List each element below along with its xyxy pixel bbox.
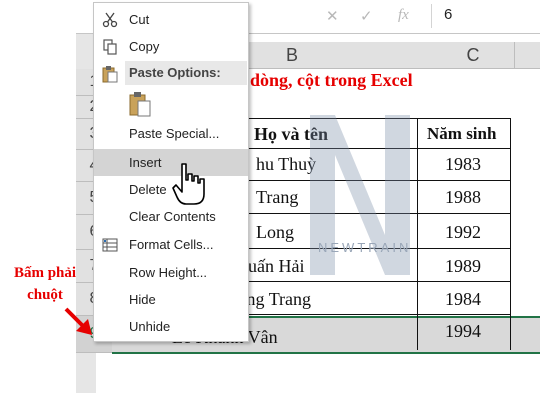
- menu-item-label: Delete: [129, 182, 167, 197]
- menu-item-hide[interactable]: Hide: [94, 286, 248, 313]
- grid-line: [510, 118, 511, 350]
- scissors-icon: [102, 12, 118, 28]
- menu-item-insert[interactable]: Insert: [94, 149, 248, 176]
- annotation-label: Bấm phải chuột: [10, 262, 80, 306]
- header-year-cell[interactable]: Năm sinh: [427, 124, 496, 144]
- menu-item-label: Insert: [129, 155, 162, 170]
- format-cells-icon: [102, 238, 118, 252]
- menu-item-unhide[interactable]: Unhide: [94, 313, 248, 340]
- paste-clipboard-icon: [102, 66, 118, 83]
- column-header-next[interactable]: [515, 42, 540, 69]
- year-cell[interactable]: 1984: [445, 289, 481, 310]
- watermark-logo-icon: [310, 115, 410, 275]
- name-cell[interactable]: Trang: [256, 187, 298, 208]
- sheet-title: dòng, cột trong Excel: [250, 70, 413, 90]
- menu-item-format-cells[interactable]: Format Cells...: [94, 231, 248, 258]
- column-header-c[interactable]: C: [432, 42, 515, 69]
- spreadsheet: ✕ ✓ fx 6 B C 1 2 3 4 5 6 7 8 9 dòng, cột…: [0, 0, 540, 393]
- enter-icon[interactable]: ✓: [360, 7, 373, 25]
- formula-controls: ✕ ✓ fx: [316, 4, 426, 28]
- menu-item-label: Cut: [129, 12, 150, 27]
- name-cell[interactable]: Long: [256, 222, 294, 243]
- annotation-line: chuột: [27, 287, 63, 303]
- fx-icon[interactable]: fx: [398, 7, 409, 24]
- paste-options-label: Paste Options:: [129, 65, 221, 80]
- paste-options-header: Paste Options:: [125, 61, 247, 85]
- menu-item-label: Unhide: [129, 319, 171, 334]
- menu-item-paste-special[interactable]: Paste Special...: [94, 120, 248, 147]
- formula-separator: [431, 4, 432, 28]
- menu-item-label: Paste Special...: [129, 126, 220, 141]
- context-menu: Cut Copy Paste Options: Paste Special...…: [93, 2, 249, 342]
- menu-item-delete[interactable]: Delete: [94, 176, 248, 203]
- year-cell[interactable]: 1983: [445, 154, 481, 175]
- cancel-icon[interactable]: ✕: [326, 7, 339, 25]
- menu-item-row-height[interactable]: Row Height...: [94, 259, 248, 286]
- annotation-line: Bấm phải: [13, 265, 77, 281]
- year-cell[interactable]: 1989: [445, 256, 481, 277]
- menu-item-label: Row Height...: [129, 265, 208, 280]
- menu-item-cut[interactable]: Cut: [94, 6, 248, 33]
- menu-item-label: Hide: [129, 292, 156, 307]
- year-cell[interactable]: 1988: [445, 187, 481, 208]
- copy-icon: [103, 39, 117, 55]
- menu-item-label: Copy: [129, 39, 160, 54]
- menu-item-label: Format Cells...: [129, 237, 214, 252]
- name-cell[interactable]: uấn Hải: [248, 256, 304, 277]
- menu-item-clear-contents[interactable]: Clear Contents: [94, 203, 248, 230]
- paste-icon[interactable]: [129, 91, 151, 117]
- watermark-text: NEWTRAIN: [318, 240, 412, 255]
- year-cell[interactable]: 1992: [445, 222, 481, 243]
- hand-cursor-icon: [172, 163, 205, 205]
- year-cell[interactable]: 1994: [445, 321, 481, 342]
- menu-item-label: Clear Contents: [129, 209, 216, 224]
- formula-input[interactable]: 6: [444, 6, 452, 23]
- grid-line: [240, 314, 510, 315]
- menu-item-copy[interactable]: Copy: [94, 33, 248, 60]
